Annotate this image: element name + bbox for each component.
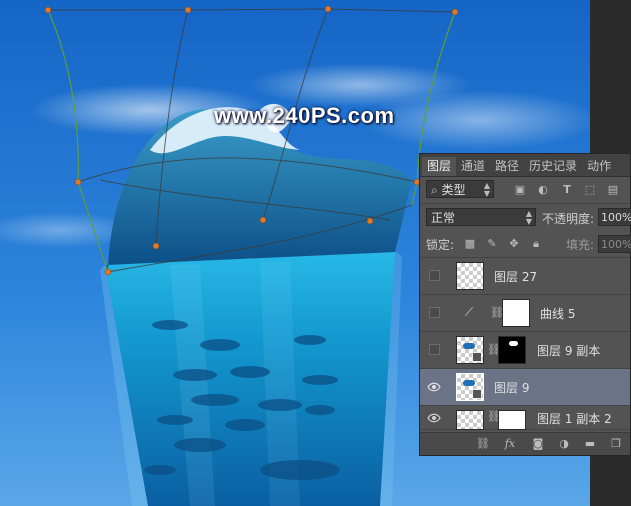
layer-row-selected[interactable]: 图层 9 [420, 369, 630, 406]
filter-kind-select[interactable]: ⌕ 类型 ▲ ▼ [426, 180, 494, 198]
fill-input[interactable]: 100% [598, 235, 631, 253]
layer-name: 图层 9 [494, 381, 530, 395]
layer-name: 图层 9 副本 [537, 344, 601, 358]
layer-name: 图层 27 [494, 270, 538, 284]
link-icon[interactable]: ⛓ [487, 410, 501, 424]
lock-row: 锁定: ▩ ✎ ✥ 🔒︎ 填充: 100% [420, 231, 631, 257]
layer-row[interactable]: ⛓ 图层 1 副本 2 [420, 406, 630, 430]
layer-name: 曲线 5 [540, 307, 576, 321]
filter-kind-value: 类型 [441, 183, 466, 197]
opacity-input[interactable]: 100% [598, 208, 631, 226]
opacity-label: 不透明度: [542, 212, 595, 226]
watermark-text: www.240PS.com [214, 103, 395, 128]
blend-mode-value: 正常 [431, 211, 456, 225]
pixel-filter-icon[interactable]: ▣ [514, 184, 526, 196]
curves-adjustment-icon: ⟋ [464, 305, 474, 319]
blend-row: 正常 ▲ ▼ 不透明度: 100% [420, 204, 631, 230]
layer-mask-thumbnail [502, 299, 530, 327]
eye-icon[interactable] [427, 381, 441, 393]
layer-thumbnail [456, 410, 484, 430]
tab-paths[interactable]: 路径 [490, 157, 524, 176]
shape-filter-icon[interactable]: ⬚ [584, 184, 596, 196]
lock-image-icon[interactable]: ✎ [486, 238, 498, 250]
panel-bottom-toolbar: ⛓ fx ◙ ◑ ▬ ❐ [420, 432, 630, 455]
tab-history[interactable]: 历史记录 [524, 157, 582, 176]
eye-icon[interactable] [427, 412, 441, 424]
tab-actions[interactable]: 动作 [582, 157, 616, 176]
lock-all-icon[interactable]: 🔒︎ [530, 238, 542, 250]
layer-row[interactable]: 图层 27 [420, 258, 630, 295]
fx-icon[interactable]: fx [504, 438, 516, 450]
adjustment-filter-icon[interactable]: ◐ [537, 184, 549, 196]
visibility-toggle[interactable] [429, 307, 440, 318]
lock-transparent-icon[interactable]: ▩ [464, 238, 476, 250]
lock-label: 锁定: [426, 238, 455, 252]
tab-channels[interactable]: 通道 [456, 157, 490, 176]
layer-thumbnail [456, 373, 484, 401]
fill-label: 填充: [566, 238, 595, 252]
lock-position-icon[interactable]: ✥ [508, 238, 520, 250]
link-icon[interactable]: ⛓ [487, 343, 501, 357]
search-icon: ⌕ [431, 183, 442, 197]
layer-thumbnail [456, 262, 484, 290]
visibility-toggle[interactable] [429, 344, 440, 355]
select-arrows-icon: ▲ ▼ [483, 181, 490, 198]
panel-tabs: 图层 通道 路径 历史记录 动作 [420, 154, 630, 177]
link-layers-icon[interactable]: ⛓ [476, 438, 490, 450]
new-layer-icon[interactable]: ❐ [610, 438, 622, 450]
blend-mode-select[interactable]: 正常 ▲ ▼ [426, 208, 536, 226]
visibility-toggle[interactable] [429, 270, 440, 281]
adjustment-layer-icon[interactable]: ◑ [558, 438, 570, 450]
layers-panel: 图层 通道 路径 历史记录 动作 ⌕ 类型 ▲ ▼ ▣ ◐ T ⬚ ▤ 正常 ▲ ▼… [419, 153, 631, 456]
link-icon[interactable]: ⛓ [490, 306, 504, 320]
tab-layers[interactable]: 图层 [422, 157, 457, 176]
add-mask-icon[interactable]: ◙ [532, 438, 544, 450]
layer-mask-thumbnail [498, 336, 526, 364]
new-group-icon[interactable]: ▬ [584, 438, 596, 450]
select-arrows-icon: ▲ ▼ [525, 209, 532, 226]
layer-row[interactable]: ⛓ 图层 9 副本 [420, 332, 630, 369]
filter-row: ⌕ 类型 ▲ ▼ ▣ ◐ T ⬚ ▤ [420, 178, 630, 202]
layer-mask-thumbnail [498, 410, 526, 430]
smart-object-filter-icon[interactable]: ▤ [607, 184, 619, 196]
layer-name: 图层 1 副本 2 [537, 412, 612, 426]
layer-thumbnail [456, 336, 484, 364]
layer-row[interactable]: ⟋ ⛓ 曲线 5 [420, 295, 630, 332]
type-filter-icon[interactable]: T [561, 184, 573, 196]
